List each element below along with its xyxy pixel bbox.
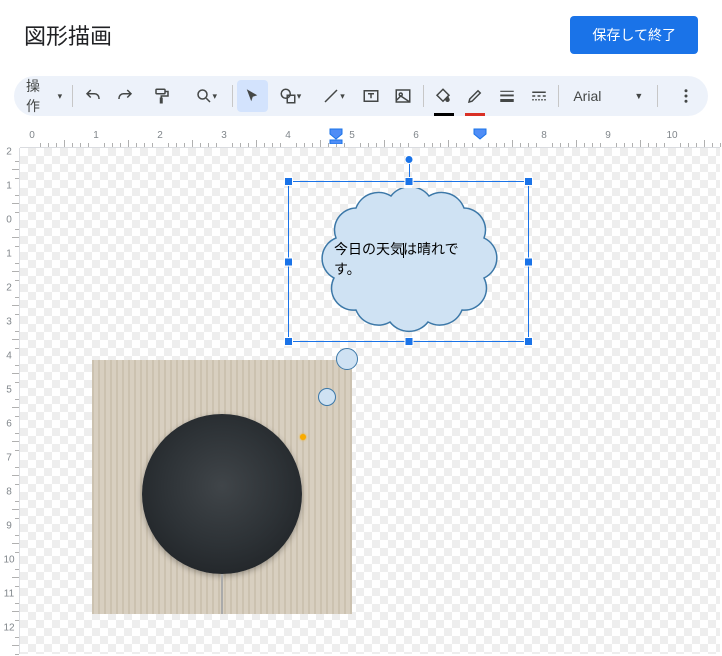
font-select[interactable]: Arial▼ (563, 80, 653, 112)
save-and-close-button[interactable]: 保存して終了 (570, 16, 698, 54)
selection-box (288, 181, 529, 342)
image-content (300, 434, 306, 440)
undo-icon (84, 87, 102, 105)
resize-handle-sw[interactable] (284, 337, 293, 346)
border-dash-icon (530, 87, 548, 105)
resize-handle-w[interactable] (284, 257, 293, 266)
textbox-tool[interactable] (355, 80, 387, 112)
inserted-image[interactable] (92, 360, 352, 614)
zoom-icon (195, 87, 213, 105)
line-icon (322, 87, 340, 105)
cursor-icon (243, 87, 261, 105)
shape-icon (279, 87, 297, 105)
line-tool[interactable]: ▾ (312, 80, 356, 112)
vertical-ruler: 210123456789101112 (2, 148, 20, 654)
actions-menu[interactable]: 操作▾ (20, 80, 68, 112)
chevron-down-icon: ▼ (634, 91, 643, 101)
image-icon (394, 87, 412, 105)
undo-button[interactable] (77, 80, 109, 112)
resize-handle-se[interactable] (524, 337, 533, 346)
chevron-down-icon: ▾ (297, 91, 302, 102)
chevron-down-icon: ▾ (340, 91, 345, 102)
resize-handle-ne[interactable] (524, 177, 533, 186)
redo-icon (116, 87, 134, 105)
paint-bucket-icon (434, 87, 452, 105)
shape-tool[interactable]: ▾ (268, 80, 312, 112)
textbox-icon (362, 87, 380, 105)
dialog-title: 図形描画 (24, 19, 112, 51)
image-tool[interactable] (387, 80, 419, 112)
resize-handle-s[interactable] (404, 337, 413, 346)
chevron-down-icon: ▾ (58, 91, 63, 102)
fill-color-swatch (434, 113, 454, 116)
resize-handle-nw[interactable] (284, 177, 293, 186)
paint-format-button[interactable] (140, 80, 184, 112)
thought-bubble-tail (318, 388, 336, 406)
border-dash-button[interactable] (523, 80, 555, 112)
resize-handle-n[interactable] (404, 177, 413, 186)
resize-handle-e[interactable] (524, 257, 533, 266)
horizontal-ruler: 012345678910 (20, 130, 720, 148)
indent-marker-right[interactable] (473, 128, 487, 140)
select-tool[interactable] (237, 80, 269, 112)
indent-marker-left[interactable] (329, 128, 343, 144)
paint-roller-icon (153, 87, 171, 105)
chevron-down-icon: ▾ (213, 91, 218, 102)
fill-color-button[interactable] (428, 80, 460, 112)
rotation-handle[interactable] (404, 155, 413, 164)
toolbar: 操作▾ ▾ ▾ ▾ Arial▼ (0, 70, 722, 122)
drawing-canvas[interactable]: 今日の天気は晴れです。 (20, 148, 720, 654)
pencil-icon (466, 87, 484, 105)
border-weight-icon (498, 87, 516, 105)
zoom-button[interactable]: ▾ (184, 80, 228, 112)
image-content (142, 414, 302, 574)
more-vertical-icon (677, 87, 695, 105)
border-color-button[interactable] (459, 80, 491, 112)
redo-button[interactable] (109, 80, 141, 112)
border-weight-button[interactable] (491, 80, 523, 112)
thought-bubble-tail (336, 348, 358, 370)
border-color-swatch (465, 113, 485, 116)
more-button[interactable] (670, 80, 702, 112)
